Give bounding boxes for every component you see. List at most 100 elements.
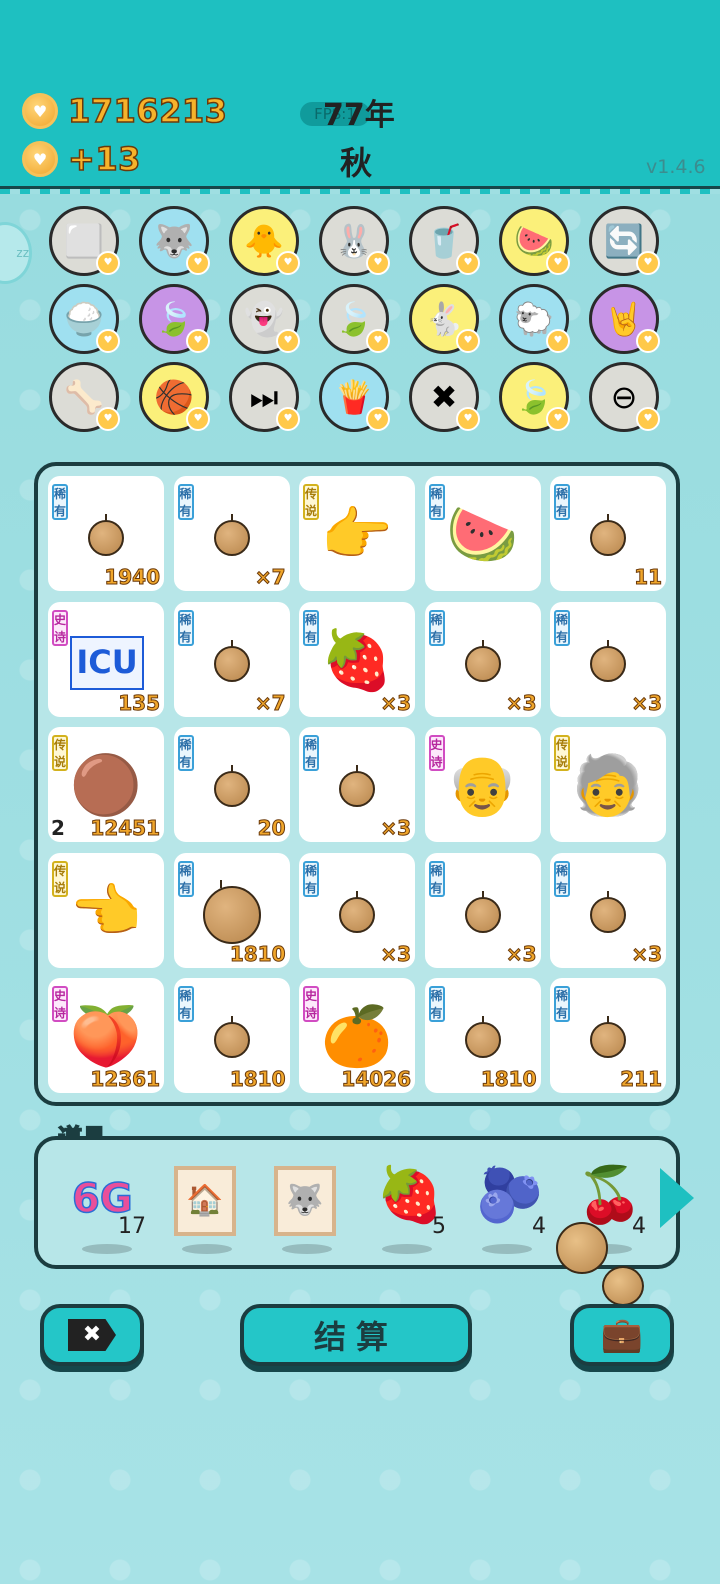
grid-cell-nut[interactable]: 稀有 11 bbox=[550, 476, 666, 591]
coin-income: +13 bbox=[67, 139, 141, 179]
skill-refresh-button[interactable]: 🔄 ♥ bbox=[589, 206, 660, 276]
nut-icon bbox=[464, 639, 501, 682]
grid-cell-nut[interactable]: 稀有 1810 bbox=[173, 978, 290, 1093]
grid-cell-nut[interactable]: 稀有 ×3 bbox=[299, 727, 415, 842]
nut-icon bbox=[464, 1016, 501, 1058]
grid-cell-nut[interactable]: 稀有 ×3 bbox=[299, 852, 415, 968]
grid-cell-nut[interactable]: 稀有 1810 bbox=[424, 978, 541, 1093]
skill-leaf-gray-button[interactable]: 🍃 ♥ bbox=[319, 284, 390, 354]
farmer-man-icon: 👴 bbox=[446, 751, 519, 819]
item-level: 2 bbox=[51, 816, 65, 840]
rarity-tag: 稀有 bbox=[554, 986, 570, 1022]
skill-minus-circle-button[interactable]: ⊖ ♥ bbox=[589, 362, 660, 432]
grid-cell-orange[interactable]: 史诗 🍊 14026 bbox=[299, 978, 415, 1093]
heart-badge-icon: ♥ bbox=[276, 329, 300, 353]
item-count: 1810 bbox=[229, 941, 286, 966]
watermelon-icon: 🍉 bbox=[446, 500, 519, 568]
skill-ghost-button[interactable]: 👻 ♥ bbox=[229, 284, 300, 354]
grid-cell-longan-bunch[interactable]: 传说 🟤 2 12451 bbox=[48, 727, 164, 842]
heart-coin-icon: ♥ bbox=[22, 141, 58, 177]
rarity-tag: 传说 bbox=[554, 735, 570, 771]
heart-badge-icon: ♥ bbox=[456, 251, 480, 275]
nut-icon bbox=[339, 765, 375, 807]
grid-cell-nut[interactable]: 稀有 ×3 bbox=[424, 852, 541, 968]
grid-cell-nut[interactable]: 稀有 211 bbox=[550, 978, 666, 1093]
nut-icon bbox=[590, 1016, 626, 1058]
prop-shadow bbox=[382, 1244, 432, 1254]
grid-cell-nut[interactable]: 稀有 ×3 bbox=[550, 601, 666, 717]
prop-strawberry[interactable]: 🍓 5 bbox=[368, 1162, 448, 1262]
skill-rabbit-button[interactable]: 🐰 ♥ bbox=[319, 206, 390, 276]
skill-two-sheep-button[interactable]: 🐑 ♥ bbox=[499, 284, 570, 354]
skill-french-fries-button[interactable]: 🍟 ♥ bbox=[319, 362, 390, 432]
prop-windmill-frame[interactable]: 🏠 bbox=[168, 1162, 248, 1262]
item-count: ×3 bbox=[380, 816, 412, 841]
grid-cell-bald-man-glasses[interactable]: 传说 🧓 bbox=[550, 727, 666, 842]
bag-button[interactable]: 💼 bbox=[570, 1304, 674, 1366]
heart-badge-icon: ♥ bbox=[546, 251, 570, 275]
prop-blueberry[interactable]: 🫐 4 bbox=[468, 1162, 548, 1262]
skill-delete-tag-button[interactable]: ✖ ♥ bbox=[409, 362, 480, 432]
delete-button[interactable]: ✖ bbox=[40, 1304, 144, 1366]
pointing-hand-left-icon: 👈 bbox=[69, 876, 143, 945]
grid-cell-pointing-hand[interactable]: 传说 👉 bbox=[299, 476, 415, 591]
delete-icon: ✖ bbox=[68, 1319, 116, 1351]
skill-husky-dog-button[interactable]: 🐺 ♥ bbox=[139, 206, 210, 276]
rarity-tag: 稀有 bbox=[177, 860, 194, 897]
bald-man-glasses-icon: 🧓 bbox=[571, 751, 645, 819]
item-count: 14026 bbox=[341, 1067, 412, 1092]
rarity-tag: 史诗 bbox=[52, 986, 68, 1022]
nut-icon bbox=[213, 514, 250, 556]
prop-6g-badge[interactable]: 6G 17 bbox=[68, 1162, 148, 1262]
skill-rice-bowl-button[interactable]: 🍚 ♥ bbox=[49, 284, 120, 354]
props-next-arrow-icon[interactable] bbox=[660, 1168, 694, 1228]
grid-cell-peach[interactable]: 史诗 🍑 12361 bbox=[48, 978, 164, 1093]
skill-sugar-cubes-button[interactable]: ⬜ ♥ bbox=[49, 206, 120, 276]
skill-leaf-yellow-button[interactable]: 🍃 ♥ bbox=[499, 362, 570, 432]
item-count: ×3 bbox=[631, 941, 663, 966]
skill-dog-bowl-button[interactable]: 🦴 ♥ bbox=[49, 362, 120, 432]
item-count: 20 bbox=[257, 816, 286, 841]
rarity-tag: 稀有 bbox=[554, 609, 570, 646]
skill-rabbit-yellow-button[interactable]: 🐇 ♥ bbox=[409, 284, 480, 354]
heart-badge-icon: ♥ bbox=[636, 407, 660, 431]
item-count: 1940 bbox=[104, 565, 161, 590]
grid-cell-lychee[interactable]: 稀有 🍓 ×3 bbox=[299, 601, 415, 717]
grid-cell-nut[interactable]: 稀有 ×7 bbox=[173, 476, 290, 591]
skill-leaf-purple-button[interactable]: 🍃 ♥ bbox=[139, 284, 210, 354]
grid-cell-nut[interactable]: 稀有 ×7 bbox=[173, 601, 290, 717]
icu-sign-icon: ICU bbox=[70, 635, 144, 690]
grid-cell-farmer-man[interactable]: 史诗 👴 bbox=[424, 727, 541, 842]
rarity-tag: 传说 bbox=[52, 860, 68, 897]
rarity-tag: 史诗 bbox=[52, 609, 68, 646]
grid-cell-pointing-hand-left[interactable]: 传说 👈 bbox=[48, 852, 164, 968]
rarity-tag: 稀有 bbox=[428, 860, 445, 897]
grid-cell-nut[interactable]: 稀有 ×3 bbox=[550, 852, 666, 968]
windmill-frame-icon: 🏠 bbox=[174, 1166, 236, 1236]
skill-milk-tea-button[interactable]: 🥤 ♥ bbox=[409, 206, 480, 276]
heart-badge-icon: ♥ bbox=[186, 251, 210, 275]
grid-cell-nut[interactable]: 稀有 20 bbox=[173, 727, 290, 842]
heart-badge-icon: ♥ bbox=[546, 329, 570, 353]
settle-label: 结算 bbox=[313, 1318, 398, 1356]
prop-husky-frame[interactable]: 🐺 bbox=[268, 1162, 348, 1262]
nut-icon bbox=[590, 639, 626, 682]
skill-basketballs-button[interactable]: 🏀 ♥ bbox=[139, 362, 210, 432]
skill-rock-hand-button[interactable]: 🤘 ♥ bbox=[589, 284, 660, 354]
income-row: ♥ +13 bbox=[22, 139, 141, 179]
heart-badge-icon: ♥ bbox=[96, 251, 120, 275]
grid-cell-nut[interactable]: 稀有 1940 bbox=[48, 476, 164, 591]
nut-icon bbox=[213, 1016, 250, 1058]
grid-cell-watermelon[interactable]: 稀有 🍉 bbox=[424, 476, 541, 591]
settle-button[interactable]: 结算 bbox=[240, 1304, 472, 1366]
grid-cell-nut[interactable]: 稀有 ×3 bbox=[424, 601, 541, 717]
skill-chick-egg-button[interactable]: 🐥 ♥ bbox=[229, 206, 300, 276]
grid-cell-icu[interactable]: 史诗 ICU 135 bbox=[48, 601, 164, 717]
grid-cell-big-nut[interactable]: 稀有 1810 bbox=[173, 852, 290, 968]
nut-icon bbox=[202, 879, 261, 944]
skill-fruit-bowl-button[interactable]: 🍉 ♥ bbox=[499, 206, 570, 276]
skill-skip-next-button[interactable]: ⏭ ♥ bbox=[229, 362, 300, 432]
rarity-tag: 稀有 bbox=[303, 735, 319, 771]
prop-shadow bbox=[82, 1244, 132, 1254]
rarity-tag: 史诗 bbox=[428, 735, 445, 771]
